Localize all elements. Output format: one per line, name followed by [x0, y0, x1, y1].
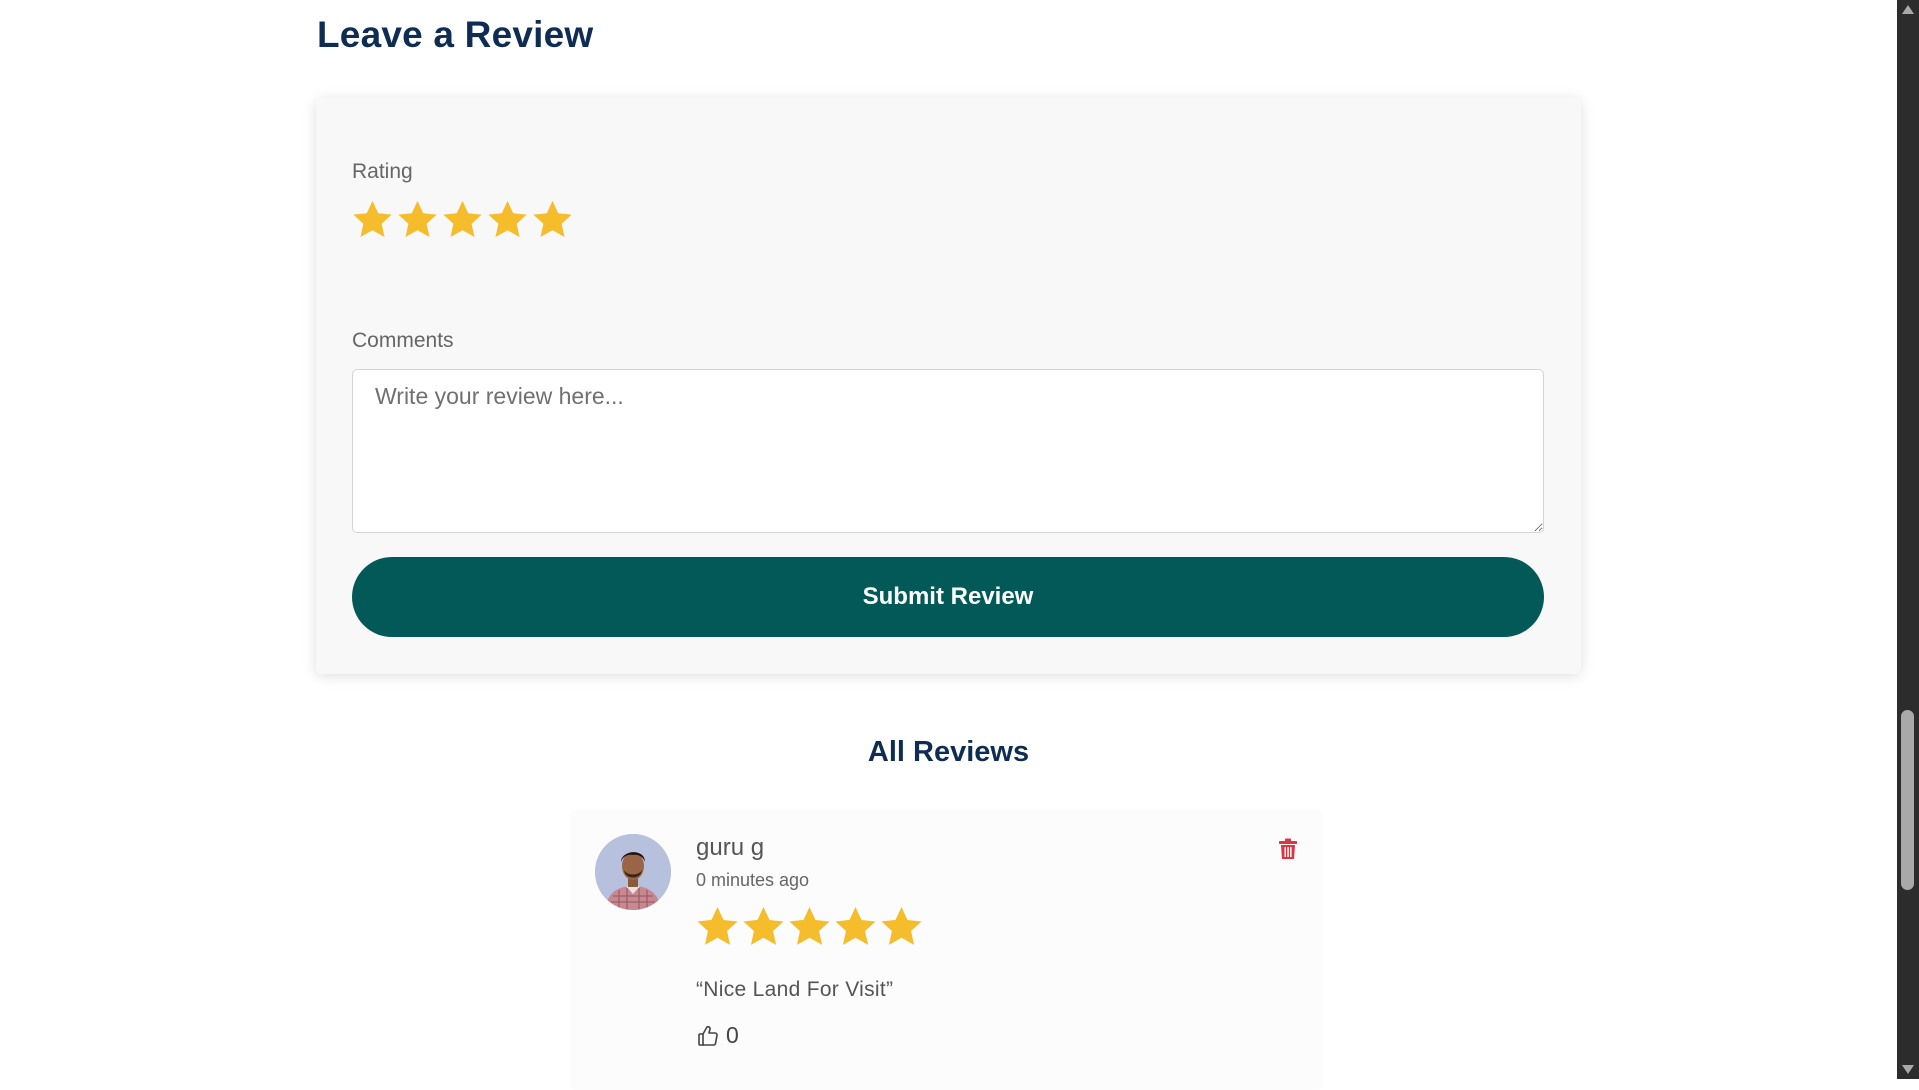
review-star-2-icon — [743, 907, 784, 945]
rating-star-2-icon[interactable] — [396, 198, 439, 241]
all-reviews-title: All Reviews — [867, 736, 1030, 768]
comments-textarea[interactable] — [352, 369, 1544, 533]
review-comment-text: “Nice Land For Visit” — [696, 978, 894, 1001]
review-star-1-icon — [697, 907, 738, 945]
reviewer-avatar — [595, 834, 671, 910]
review-star-3-icon — [789, 907, 830, 945]
scroll-down-arrow-icon[interactable] — [1902, 1065, 1914, 1074]
rating-star-1-icon[interactable] — [351, 198, 394, 241]
rating-star-3-icon[interactable] — [441, 198, 484, 241]
comments-label: Comments — [352, 329, 454, 352]
vertical-scrollbar[interactable] — [1897, 0, 1919, 1079]
leave-review-title: Leave a Review — [317, 14, 594, 55]
review-timestamp: 0 minutes ago — [696, 870, 810, 890]
scrollbar-thumb[interactable] — [1901, 710, 1914, 890]
delete-review-button[interactable] — [1277, 837, 1299, 863]
page: Leave a Review Rating Comments Submit Re… — [0, 0, 1897, 1090]
rating-star-5-icon[interactable] — [531, 198, 574, 241]
rating-star-4-icon[interactable] — [486, 198, 529, 241]
review-star-5-icon — [881, 907, 922, 945]
trash-icon — [1279, 838, 1297, 859]
rating-label: Rating — [352, 160, 413, 183]
reviewer-name: guru g — [696, 834, 765, 861]
scroll-up-arrow-icon[interactable] — [1902, 5, 1914, 14]
like-count: 0 — [726, 1022, 739, 1048]
submit-review-button[interactable]: Submit Review — [352, 557, 1544, 637]
review-rating-stars — [695, 904, 924, 949]
review-item: guru g 0 minutes ago “Nice Land For Visi… — [570, 810, 1323, 1090]
review-star-4-icon — [835, 907, 876, 945]
like-button[interactable]: 0 — [696, 1022, 739, 1049]
user-photo-avatar-icon — [595, 834, 671, 910]
thumbs-up-icon — [698, 1025, 718, 1046]
review-form-card: Rating Comments Submit Review — [316, 98, 1581, 674]
rating-stars-input — [351, 198, 574, 241]
